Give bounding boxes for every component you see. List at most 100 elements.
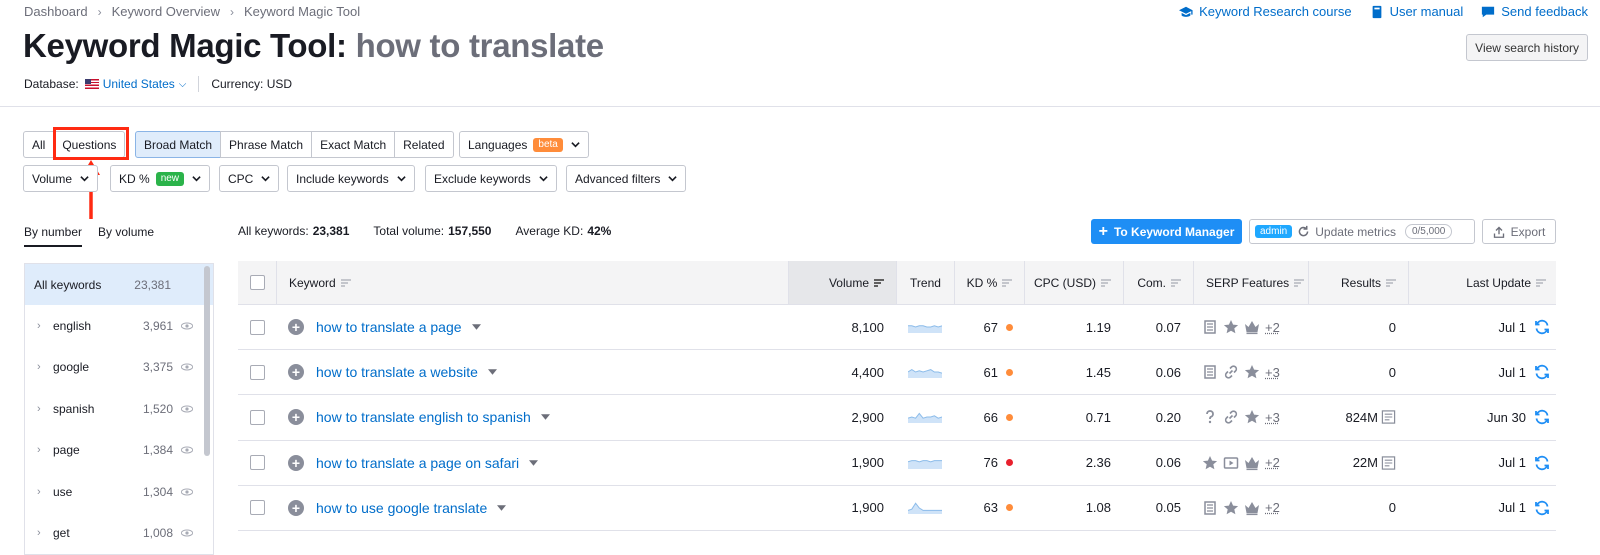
sidebar-item-use[interactable]: › use 1,304	[25, 471, 213, 513]
refresh-icon[interactable]	[1534, 500, 1550, 516]
keyword-link[interactable]: how to translate a website	[316, 364, 478, 380]
more-features-link[interactable]: +2	[1265, 500, 1280, 515]
keyword-link[interactable]: how to translate english to spanish	[316, 409, 531, 425]
caret-down-icon[interactable]	[529, 459, 539, 466]
add-keyword-icon[interactable]: +	[288, 499, 304, 516]
keyword-research-course-link[interactable]: Keyword Research course	[1179, 4, 1352, 19]
header-competition[interactable]: Com.	[1123, 261, 1193, 304]
tab-related[interactable]: Related	[394, 131, 454, 158]
chevron-right-icon[interactable]: ›	[37, 444, 53, 456]
serp-snapshot-icon[interactable]	[1381, 455, 1396, 471]
keyword-link[interactable]: how to translate a page on safari	[316, 455, 519, 471]
serp-features-cell: +3	[1202, 395, 1280, 439]
table-row[interactable]: + how to translate a page on safari 1,900 7…	[238, 441, 1556, 486]
update-metrics-control[interactable]: admin Update metrics 0/5,000	[1249, 219, 1475, 244]
caret-down-icon[interactable]	[540, 414, 550, 421]
tab-by-volume[interactable]: By volume	[98, 225, 154, 247]
sidebar-item-get[interactable]: › get 1,008	[25, 513, 213, 555]
header-results[interactable]: Results	[1308, 261, 1408, 304]
sidebar-item-spanish[interactable]: › spanish 1,520	[25, 388, 213, 430]
table-row[interactable]: + how to translate english to spanish 2,90…	[238, 395, 1556, 441]
keyword-link[interactable]: how to translate a page	[316, 319, 462, 335]
stat-average-kd: Average KD: 42%	[515, 224, 611, 238]
sidebar-item-all-keywords[interactable]: All keywords 23,381	[25, 264, 213, 305]
export-icon	[1493, 226, 1504, 238]
add-keyword-icon[interactable]: +	[288, 364, 304, 381]
tab-phrase-match[interactable]: Phrase Match	[220, 131, 313, 158]
eye-icon[interactable]	[181, 322, 193, 330]
header-serp-features[interactable]: SERP Features	[1193, 261, 1308, 304]
chevron-right-icon[interactable]: ›	[37, 527, 53, 539]
chevron-right-icon[interactable]: ›	[37, 320, 53, 332]
row-checkbox[interactable]	[250, 364, 265, 380]
serp-snapshot-icon[interactable]	[1381, 409, 1396, 425]
header-keyword[interactable]: Keyword	[276, 261, 788, 304]
more-features-link[interactable]: +2	[1265, 320, 1280, 335]
export-button[interactable]: Export	[1482, 219, 1556, 244]
include-keywords-dropdown[interactable]: Include keywords	[287, 165, 415, 192]
chevron-right-icon[interactable]: ›	[37, 486, 53, 498]
send-feedback-link[interactable]: Send feedback	[1481, 4, 1588, 19]
to-keyword-manager-button[interactable]: + To Keyword Manager	[1091, 219, 1242, 244]
chevron-right-icon[interactable]: ›	[37, 361, 53, 373]
exclude-keywords-dropdown[interactable]: Exclude keywords	[425, 165, 557, 192]
advanced-filters-dropdown[interactable]: Advanced filters	[566, 165, 687, 192]
header-volume[interactable]: Volume	[788, 261, 896, 304]
volume-dropdown[interactable]: Volume	[23, 165, 99, 192]
tab-by-number[interactable]: By number	[24, 225, 83, 247]
header-last-update[interactable]: Last Update	[1408, 261, 1556, 304]
languages-label: Languages	[468, 137, 528, 152]
add-keyword-icon[interactable]: +	[288, 454, 304, 471]
chevron-down-icon[interactable]: ⌵	[179, 79, 187, 90]
sidebar-item-count: 1,384	[142, 443, 173, 458]
languages-dropdown[interactable]: Languages beta	[459, 131, 589, 158]
sort-icon	[1171, 278, 1181, 287]
eye-icon[interactable]	[181, 529, 193, 537]
more-features-link[interactable]: +3	[1265, 410, 1280, 425]
breadcrumb-keyword-overview[interactable]: Keyword Overview	[112, 4, 220, 19]
cpc-dropdown[interactable]: CPC	[219, 165, 280, 192]
header-cpc[interactable]: CPC (USD)	[1024, 261, 1123, 304]
tab-broad-match[interactable]: Broad Match	[135, 131, 222, 158]
sidebar-item-google[interactable]: › google 3,375	[25, 347, 213, 389]
add-keyword-icon[interactable]: +	[288, 319, 304, 336]
last-update-value: Jul 1	[1498, 455, 1526, 471]
row-checkbox[interactable]	[250, 409, 265, 425]
chevron-right-icon[interactable]: ›	[37, 403, 53, 415]
tab-exact-match[interactable]: Exact Match	[311, 131, 396, 158]
refresh-icon[interactable]	[1534, 364, 1550, 380]
eye-icon[interactable]	[181, 446, 193, 454]
select-all-checkbox[interactable]	[250, 275, 265, 290]
add-keyword-icon[interactable]: +	[288, 409, 304, 426]
refresh-icon[interactable]	[1534, 409, 1550, 425]
table-row[interactable]: + how to use google translate 1,900 63 1.08 0…	[238, 486, 1556, 531]
kd-difficulty-dot	[1006, 504, 1013, 512]
caret-down-icon[interactable]	[487, 369, 497, 375]
row-checkbox[interactable]	[250, 500, 265, 516]
refresh-icon[interactable]	[1534, 319, 1550, 335]
sidebar-scrollbar[interactable]	[204, 266, 210, 456]
caret-down-icon[interactable]	[497, 505, 507, 511]
caret-down-icon[interactable]	[471, 324, 481, 330]
row-checkbox[interactable]	[250, 319, 265, 335]
keyword-link[interactable]: how to use google translate	[316, 500, 487, 516]
user-manual-link[interactable]: User manual	[1370, 4, 1463, 19]
eye-icon[interactable]	[181, 488, 193, 496]
table-row[interactable]: + how to translate a page 8,100 67 1.19 0.07 +…	[238, 305, 1556, 351]
tab-all[interactable]: All	[23, 131, 55, 158]
refresh-icon[interactable]	[1534, 455, 1550, 471]
breadcrumb-dashboard[interactable]: Dashboard	[24, 4, 88, 19]
kd-dropdown[interactable]: KD % new	[110, 165, 211, 192]
table-row[interactable]: + how to translate a website 4,400 61 1.45 0.…	[238, 350, 1556, 396]
sidebar-item-english[interactable]: › english 3,961	[25, 305, 213, 347]
eye-icon[interactable]	[181, 363, 193, 371]
more-features-link[interactable]: +3	[1265, 365, 1280, 380]
header-kd[interactable]: KD %	[954, 261, 1024, 304]
eye-icon[interactable]	[181, 405, 193, 413]
row-checkbox[interactable]	[250, 455, 265, 471]
more-features-link[interactable]: +2	[1265, 455, 1280, 470]
view-search-history-button[interactable]: View search history	[1466, 34, 1588, 61]
sidebar-item-page[interactable]: › page 1,384	[25, 430, 213, 472]
database-country-select[interactable]: United States	[103, 77, 175, 91]
refresh-icon	[1298, 225, 1309, 237]
